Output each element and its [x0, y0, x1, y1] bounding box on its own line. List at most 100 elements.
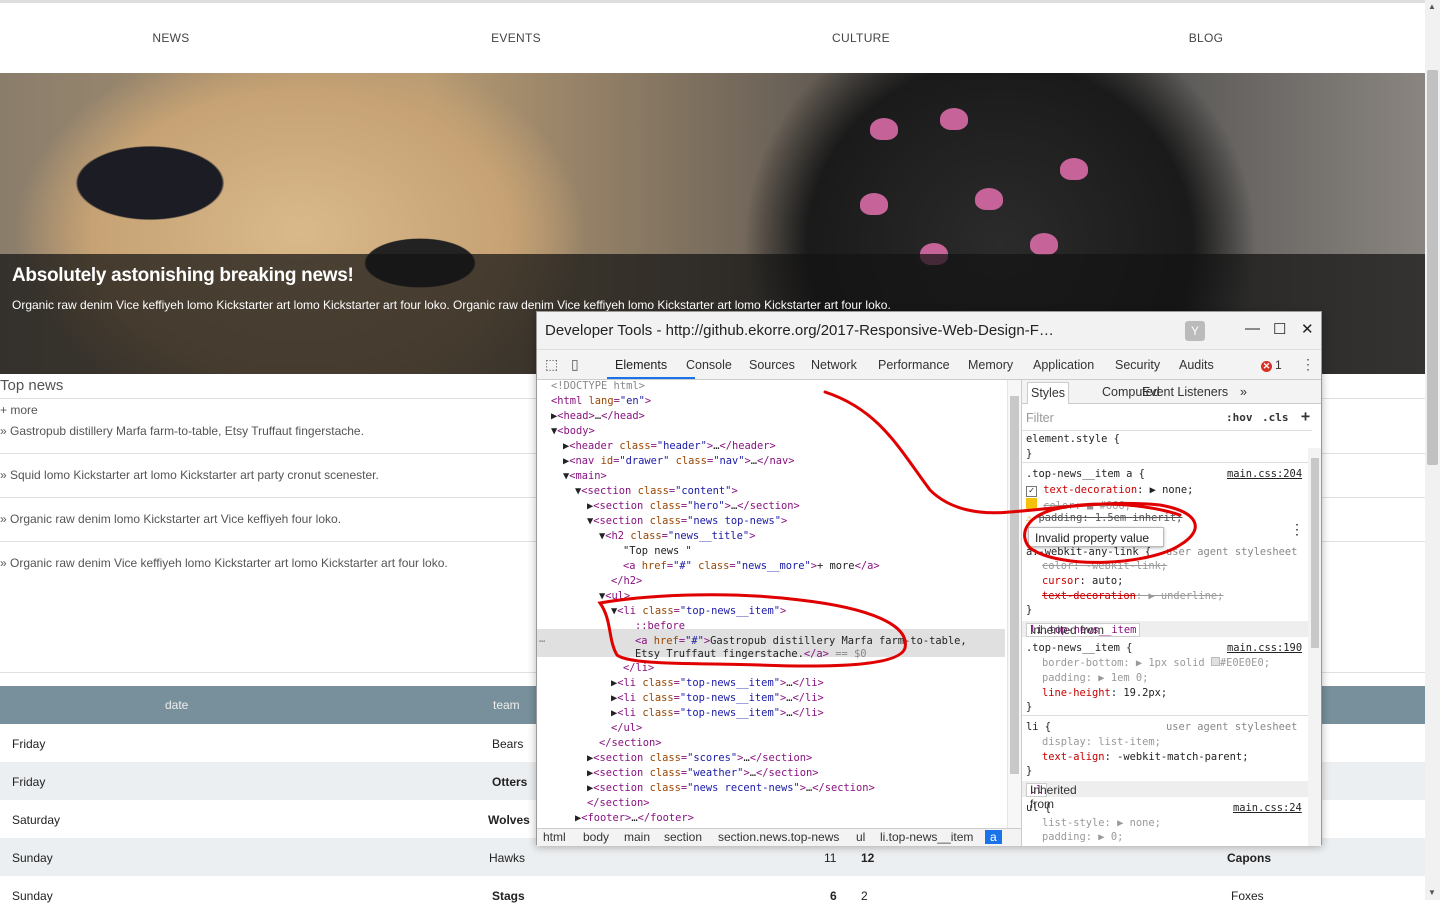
tree-node[interactable]: </ul>	[611, 722, 642, 734]
tree-node[interactable]: ▶<nav id="drawer" class="nav">…</nav>	[563, 455, 795, 467]
nav-culture[interactable]: CULTURE	[761, 31, 961, 45]
tab-event-listeners[interactable]: Event Listeners	[1142, 385, 1228, 399]
tree-node[interactable]: ▼<main>	[563, 470, 607, 482]
tree-node[interactable]: <html lang="en">	[551, 395, 651, 407]
tab-security[interactable]: Security	[1115, 358, 1160, 372]
tree-node[interactable]: ▶<section class="scores">…</section>	[587, 752, 812, 764]
tree-node[interactable]: <!DOCTYPE html>	[551, 380, 645, 392]
decl-color[interactable]: color: ■ #666;	[1026, 498, 1131, 512]
cell-score-away: 12	[861, 851, 875, 865]
hero-title[interactable]: Absolutely astonishing breaking news!	[12, 265, 354, 287]
tab-performance[interactable]: Performance	[878, 358, 950, 372]
new-rule-icon[interactable]: +	[1301, 407, 1310, 425]
tab-styles[interactable]: Styles	[1027, 382, 1070, 404]
styles-filter-input[interactable]: Filter	[1026, 411, 1054, 425]
rule-menu-icon[interactable]: ⋮	[1290, 522, 1304, 538]
extension-icon[interactable]: Y	[1185, 321, 1205, 341]
tree-node[interactable]: <a href="#" class="news__more">+ more</a…	[623, 560, 880, 572]
scrollbar-thumb[interactable]	[1427, 70, 1438, 465]
rule-li[interactable]: li {	[1026, 721, 1051, 733]
inspect-element-icon[interactable]: ⬚	[545, 356, 558, 373]
tree-node[interactable]: ▼<h2 class="news__title">	[599, 530, 755, 542]
crumb-a[interactable]: a	[985, 830, 1002, 844]
rule-ul[interactable]: ul {	[1026, 802, 1051, 814]
tab-application[interactable]: Application	[1033, 358, 1094, 372]
tree-node[interactable]: </section>	[599, 737, 662, 749]
tree-node[interactable]: ▼<section class="content">	[575, 485, 738, 497]
cell-score-home: 6	[830, 889, 837, 903]
tree-node[interactable]: ▶<section class="news recent-news">…</se…	[587, 782, 875, 794]
elements-scrollbar[interactable]	[1007, 380, 1021, 828]
skull-pattern	[1030, 233, 1058, 255]
crumb-body[interactable]: body	[583, 830, 609, 844]
node-more-icon[interactable]: …	[539, 633, 545, 645]
tree-node[interactable]: ▶<li class="top-news__item">…</li>	[611, 677, 824, 689]
elements-tree[interactable]: <!DOCTYPE html> <html lang="en"> ▶<head>…	[537, 380, 1007, 828]
scrollbar-thumb[interactable]	[1010, 396, 1019, 774]
tab-elements[interactable]: Elements	[615, 358, 667, 372]
tree-node[interactable]: ▼<ul>	[599, 590, 630, 602]
top-news-item[interactable]: » Squid lomo Kickstarter art lomo Kickst…	[0, 468, 379, 482]
top-news-item[interactable]: » Organic raw denim lomo Kickstarter art…	[0, 512, 341, 526]
decl-line-height: line-height: 19.2px;	[1042, 687, 1168, 699]
more-options-icon[interactable]: ⋮	[1301, 356, 1315, 373]
scrollbar-thumb[interactable]	[1311, 458, 1319, 648]
source-link[interactable]: main.css:190	[1227, 642, 1302, 654]
tree-node[interactable]: ▶<li class="top-news__item">…</li>	[611, 707, 824, 719]
rule-top-news-item-a[interactable]: .top-news__item a {	[1026, 468, 1145, 480]
decl-padding-invalid[interactable]: ⚠ padding: 1.5em inherit;	[1026, 512, 1182, 524]
decl-text-decoration[interactable]: ✓ text-decoration: ▶ none;	[1026, 484, 1193, 497]
tree-node[interactable]: ▶<footer>…</footer>	[575, 812, 694, 824]
tree-node[interactable]: ▶<header class="header">…</header>	[563, 440, 776, 452]
cls-toggle[interactable]: .cls	[1262, 411, 1289, 424]
decl-text-align: text-align: -webkit-match-parent;	[1042, 751, 1249, 763]
crumb-section-top-news[interactable]: section.news.top-news	[718, 830, 839, 844]
tree-node[interactable]: ▼<section class="news top-news">	[587, 515, 787, 527]
tree-node[interactable]: ▶<section class="weather">…</section>	[587, 767, 819, 779]
page-scrollbar[interactable]: ▲ ▼	[1425, 0, 1440, 900]
crumb-section[interactable]: section	[664, 830, 702, 844]
scroll-down-icon[interactable]: ▼	[1428, 888, 1436, 897]
tree-node-selected[interactable]: Etsy Truffaut fingerstache.</a> == $0	[635, 648, 866, 660]
tab-console[interactable]: Console	[686, 358, 732, 372]
more-link[interactable]: + more	[0, 403, 38, 417]
tab-network[interactable]: Network	[811, 358, 857, 372]
scroll-up-icon[interactable]: ▲	[1428, 2, 1436, 11]
tree-node[interactable]: </section>	[587, 797, 650, 809]
rule-top-news-item[interactable]: .top-news__item {	[1026, 642, 1132, 654]
top-news-item[interactable]: » Gastropub distillery Marfa farm-to-tab…	[0, 424, 364, 438]
crumb-ul[interactable]: ul	[856, 830, 865, 844]
tree-node-selected[interactable]: <a href="#">Gastropub distillery Marfa f…	[635, 635, 967, 647]
nav-events[interactable]: EVENTS	[416, 31, 616, 45]
crumb-main[interactable]: main	[624, 830, 650, 844]
tree-node[interactable]: </h2>	[611, 575, 642, 587]
tab-sources[interactable]: Sources	[749, 358, 795, 372]
tree-node[interactable]: ▼<body>	[551, 425, 595, 437]
tree-node[interactable]: ▶<head>…</head>	[551, 410, 645, 422]
maximize-icon[interactable]: ☐	[1273, 320, 1286, 338]
rule-element-style[interactable]: element.style {	[1026, 433, 1120, 445]
device-toolbar-icon[interactable]: ▯	[571, 356, 579, 373]
tree-node[interactable]: ::before	[635, 620, 685, 632]
tree-node[interactable]: </li>	[623, 662, 654, 674]
nav-blog[interactable]: BLOG	[1106, 31, 1306, 45]
tab-audits[interactable]: Audits	[1179, 358, 1214, 372]
source-link[interactable]: main.css:24	[1233, 802, 1302, 814]
tree-node[interactable]: ▼<li class="top-news__item">	[611, 605, 786, 617]
error-counter[interactable]: ✕ 1	[1261, 358, 1282, 372]
tab-memory[interactable]: Memory	[968, 358, 1013, 372]
styles-scrollbar[interactable]	[1308, 448, 1321, 846]
tree-node[interactable]: ▶<li class="top-news__item">…</li>	[611, 692, 824, 704]
top-news-item[interactable]: » Organic raw denim Vice keffiyeh lomo K…	[0, 556, 448, 570]
hov-toggle[interactable]: :hov	[1226, 411, 1253, 424]
tree-node[interactable]: ▶<section class="hero">…</section>	[587, 500, 800, 512]
more-tabs-icon[interactable]: »	[1240, 385, 1247, 399]
source-link[interactable]: main.css:204	[1227, 468, 1302, 480]
tree-node[interactable]: "Top news "	[623, 545, 692, 557]
nav-news[interactable]: NEWS	[71, 31, 271, 45]
crumb-li[interactable]: li.top-news__item	[880, 830, 973, 844]
rule-webkit-any-link[interactable]: a:-webkit-any-link {	[1026, 546, 1151, 558]
crumb-html[interactable]: html	[543, 830, 566, 844]
minimize-icon[interactable]: —	[1245, 320, 1260, 337]
close-icon[interactable]: ✕	[1301, 320, 1314, 338]
